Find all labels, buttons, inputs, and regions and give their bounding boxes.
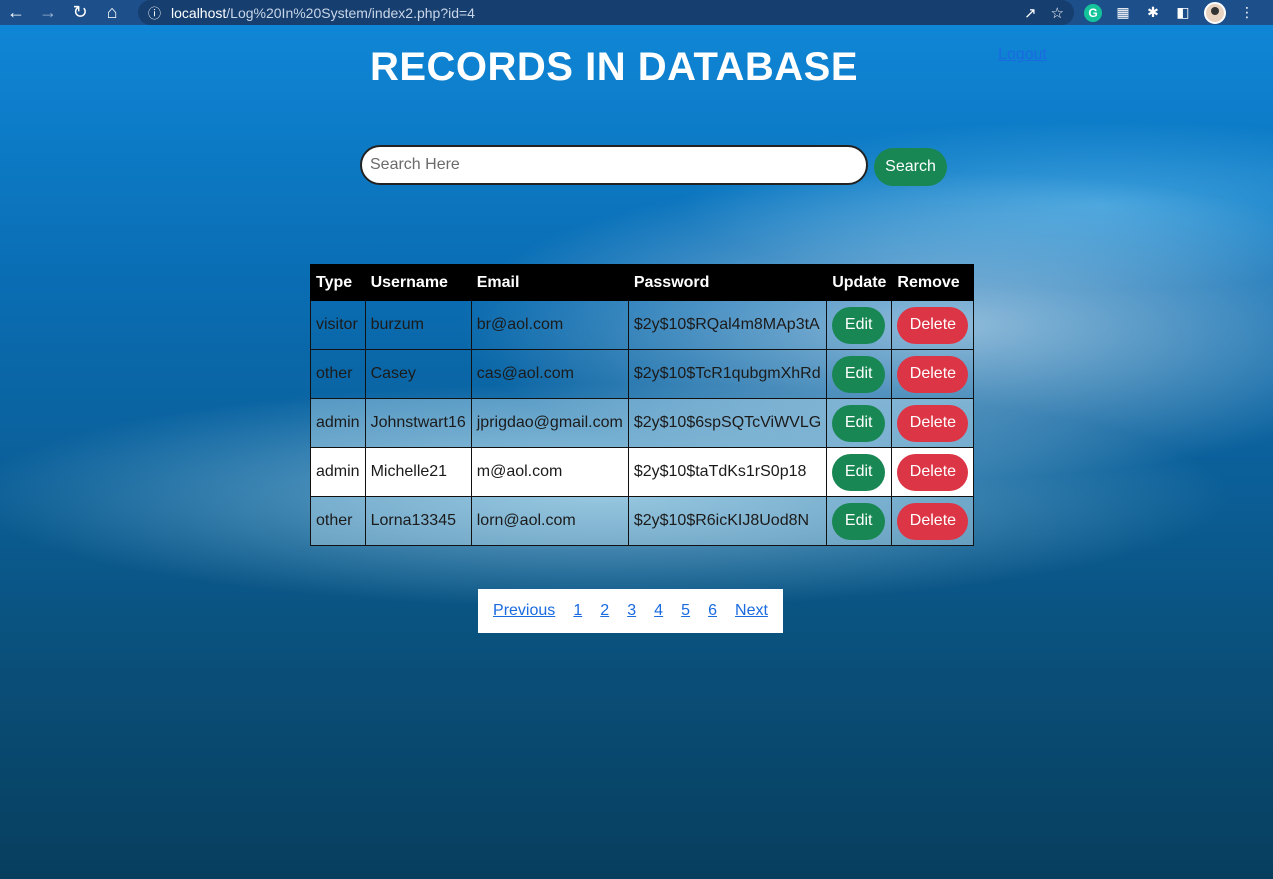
back-icon[interactable]: ← (0, 0, 32, 25)
cell-update: Edit (826, 398, 893, 448)
pagination-page-link[interactable]: 2 (600, 602, 609, 620)
cell-email: cas@aol.com (470, 349, 629, 399)
cell-email: m@aol.com (470, 447, 629, 497)
cell-type: admin (310, 398, 366, 448)
cell-password: $2y$10$TcR1qubgmXhRd (627, 349, 828, 399)
cell-type: admin (310, 447, 366, 497)
pagination: Previous 1 2 3 4 5 6 Next (478, 589, 783, 633)
column-header-username: Username (364, 264, 472, 301)
share-icon[interactable]: ↗ (1024, 4, 1037, 22)
cell-email: lorn@aol.com (470, 496, 629, 546)
column-header-password: Password (627, 264, 828, 301)
column-header-email: Email (470, 264, 629, 301)
edit-button[interactable]: Edit (832, 453, 886, 491)
column-header-type: Type (310, 264, 366, 301)
cell-remove: Delete (891, 300, 975, 350)
delete-button[interactable]: Delete (897, 306, 969, 344)
delete-button[interactable]: Delete (897, 355, 969, 393)
column-header-update: Update (826, 264, 893, 301)
edit-button[interactable]: Edit (832, 404, 886, 442)
pagination-page-link[interactable]: 5 (681, 602, 690, 620)
edit-button[interactable]: Edit (832, 306, 886, 344)
forward-icon[interactable]: → (32, 0, 64, 25)
table-row: admin Michelle21 m@aol.com $2y$10$taTdKs… (310, 447, 975, 497)
pagination-page-link[interactable]: 4 (654, 602, 663, 620)
edit-button[interactable]: Edit (832, 502, 886, 540)
column-header-remove: Remove (891, 264, 975, 301)
delete-button[interactable]: Delete (897, 404, 969, 442)
delete-button[interactable]: Delete (897, 453, 969, 491)
search-input[interactable] (360, 145, 868, 185)
cell-username: Michelle21 (364, 447, 472, 497)
reload-icon[interactable]: ↻ (64, 0, 96, 25)
cell-remove: Delete (891, 496, 975, 546)
cell-password: $2y$10$RQal4m8MAp3tA (627, 300, 828, 350)
profile-avatar[interactable] (1204, 1, 1226, 24)
extensions-puzzle-icon[interactable]: ✱ (1144, 4, 1162, 22)
home-icon[interactable]: ⌂ (96, 0, 128, 25)
side-panel-icon[interactable]: ◧ (1174, 4, 1192, 22)
cell-password: $2y$10$6spSQTcViWVLG (627, 398, 828, 448)
cell-email: br@aol.com (470, 300, 629, 350)
pagination-page-link[interactable]: 6 (708, 602, 717, 620)
pagination-previous-link[interactable]: Previous (493, 602, 555, 620)
table-row: other Lorna13345 lorn@aol.com $2y$10$R6i… (310, 496, 975, 546)
pagination-page-link[interactable]: 1 (573, 602, 582, 620)
cell-update: Edit (826, 496, 893, 546)
bookmark-star-icon[interactable]: ☆ (1051, 4, 1064, 22)
logout-link[interactable]: Logout (998, 46, 1047, 64)
cell-type: other (310, 349, 366, 399)
delete-button[interactable]: Delete (897, 502, 969, 540)
site-info-icon[interactable]: ⓘ (148, 3, 161, 22)
cell-username: Johnstwart16 (364, 398, 472, 448)
address-bar[interactable]: ⓘ localhost/Log%20In%20System/index2.php… (138, 0, 1074, 25)
cell-type: visitor (310, 300, 366, 350)
edit-button[interactable]: Edit (832, 355, 886, 393)
records-table: Type Username Email Password Update Remo… (310, 264, 975, 546)
cell-password: $2y$10$R6icKIJ8Uod8N (627, 496, 828, 546)
pagination-next-link[interactable]: Next (735, 602, 768, 620)
cell-username: Casey (364, 349, 472, 399)
cell-update: Edit (826, 447, 893, 497)
cell-remove: Delete (891, 447, 975, 497)
search-button[interactable]: Search (874, 148, 947, 186)
pagination-page-link[interactable]: 3 (627, 602, 636, 620)
cell-update: Edit (826, 300, 893, 350)
browser-toolbar: ← → ↻ ⌂ ⓘ localhost/Log%20In%20System/in… (0, 0, 1273, 25)
table-row: admin Johnstwart16 jprigdao@gmail.com $2… (310, 398, 975, 448)
cell-type: other (310, 496, 366, 546)
cell-remove: Delete (891, 349, 975, 399)
table-header-row: Type Username Email Password Update Remo… (310, 264, 975, 301)
cell-password: $2y$10$taTdKs1rS0p18 (627, 447, 828, 497)
grammarly-extension-icon[interactable]: G (1084, 3, 1102, 22)
save-extension-icon[interactable]: ▦ (1114, 4, 1132, 22)
cell-username: burzum (364, 300, 472, 350)
cell-email: jprigdao@gmail.com (470, 398, 629, 448)
url-host: localhost (171, 4, 227, 21)
table-row: other Casey cas@aol.com $2y$10$TcR1qubgm… (310, 349, 975, 399)
cell-update: Edit (826, 349, 893, 399)
cell-username: Lorna13345 (364, 496, 472, 546)
table-row: visitor burzum br@aol.com $2y$10$RQal4m8… (310, 300, 975, 350)
cell-remove: Delete (891, 398, 975, 448)
url-path: /Log%20In%20System/index2.php?id=4 (226, 4, 475, 21)
page-background: RECORDS IN DATABASE Logout Search Type U… (0, 25, 1273, 879)
more-menu-icon[interactable]: ⋮ (1238, 4, 1256, 22)
